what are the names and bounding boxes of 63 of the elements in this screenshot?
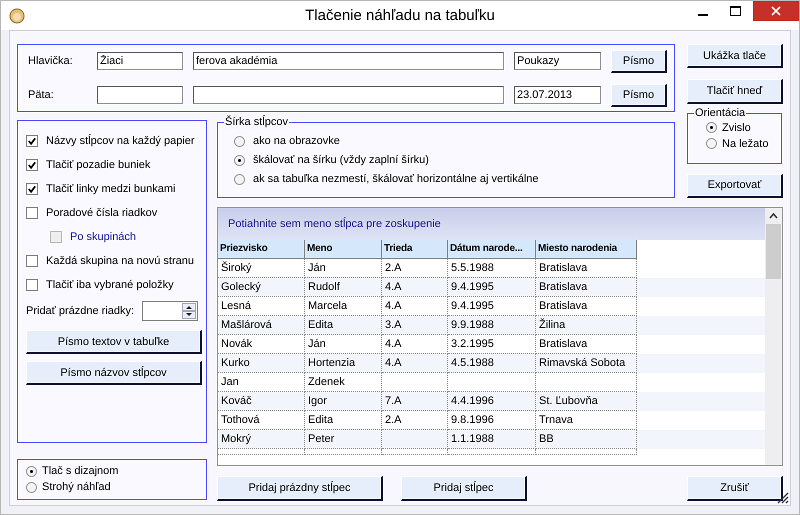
checkbox-label: Tlačiť iba vybrané položky xyxy=(46,279,174,291)
radio-button[interactable] xyxy=(26,482,37,492)
vertical-scrollbar[interactable] xyxy=(765,208,782,465)
column-header[interactable]: Priezvisko xyxy=(218,240,305,259)
column-header[interactable]: Dátum narode... xyxy=(448,240,536,259)
text-field[interactable]: ferova akadémia xyxy=(193,52,504,70)
radio-button[interactable] xyxy=(706,138,717,150)
column-header[interactable]: Trieda xyxy=(382,240,448,259)
radio-label: škálovať na šírku (vždy zaplní šírku) xyxy=(253,154,429,166)
checkbox[interactable] xyxy=(26,255,38,267)
font-button[interactable]: Písmo názvov stĺpcov xyxy=(26,361,202,385)
export-button[interactable]: Exportovať xyxy=(687,174,783,198)
checkbox[interactable] xyxy=(26,135,38,147)
radio-label: ak sa tabuľka nezmestí, škálovať horizontálne aj vertikálne xyxy=(253,173,539,185)
group-by-panel[interactable]: Potiahnite sem meno stĺpca pre zoskupenie xyxy=(218,208,765,240)
app-icon xyxy=(9,8,25,24)
checkbox-label: Po skupinách xyxy=(70,231,136,243)
add-column-button[interactable]: Pridaj stĺpec xyxy=(401,476,527,501)
checkbox-label: Názvy stĺpcov na každý papier xyxy=(46,135,195,147)
resize-grip-icon[interactable] xyxy=(777,492,789,504)
text-field[interactable]: 23.07.2013 xyxy=(514,86,601,104)
field-label: Pridať prázdne riadky: xyxy=(26,305,134,317)
action-button[interactable]: Ukážka tlače xyxy=(687,44,783,68)
radio-label: Na ležato xyxy=(722,138,768,150)
radio-button[interactable] xyxy=(234,136,245,146)
column-header[interactable]: Meno xyxy=(305,240,382,259)
checkbox[interactable] xyxy=(26,279,38,291)
text-field[interactable]: Poukazy xyxy=(514,52,601,70)
radio-label: ako na obrazovke xyxy=(253,135,340,147)
group-title: Šírka stĺpcov xyxy=(224,115,289,129)
font-button[interactable]: Písmo textov v tabuľke xyxy=(26,330,202,354)
maximize-icon xyxy=(730,6,740,16)
add-column-button[interactable]: Pridaj prázdny stĺpec xyxy=(217,476,383,501)
minimize-icon xyxy=(698,14,708,16)
scrollbar-thumb[interactable] xyxy=(766,224,781,279)
radio-label: Tlač s dizajnom xyxy=(42,465,118,477)
radio-button[interactable] xyxy=(26,466,37,476)
radio-button[interactable] xyxy=(706,122,717,134)
checkbox-label: Poradové čísla riadkov xyxy=(46,207,158,219)
column-header[interactable]: Miesto narodenia xyxy=(536,240,637,259)
spinner-arrows-icon[interactable] xyxy=(182,303,196,319)
cancel-button[interactable]: Zrušiť xyxy=(687,476,783,501)
checkbox[interactable] xyxy=(26,159,38,171)
radio-button[interactable] xyxy=(234,154,245,166)
font-button[interactable]: Písmo xyxy=(611,50,667,72)
checkbox-label: Tlačiť pozadie buniek xyxy=(46,159,150,171)
checkbox[interactable] xyxy=(26,183,38,195)
checkbox[interactable] xyxy=(26,207,38,219)
action-button[interactable]: Tlačiť hneď xyxy=(687,79,783,104)
field-label: Hlavička: xyxy=(28,55,74,67)
checkbox-label: Tlačiť linky medzi bunkami xyxy=(46,183,176,195)
text-field[interactable] xyxy=(193,86,504,104)
radio-label: Zvislo xyxy=(722,122,751,134)
close-icon xyxy=(771,6,781,16)
close-button[interactable] xyxy=(753,1,799,21)
text-field[interactable] xyxy=(97,86,183,104)
checkbox-label: Každá skupina na novú stranu xyxy=(46,255,194,267)
window-title: Tlačenie náhľadu na tabuľku xyxy=(305,7,495,24)
number-field[interactable] xyxy=(142,301,198,321)
field-label: Päta: xyxy=(28,89,55,101)
radio-label: Strohý náhľad xyxy=(42,481,111,493)
radio-button[interactable] xyxy=(234,174,245,184)
font-button[interactable]: Písmo xyxy=(611,84,667,106)
